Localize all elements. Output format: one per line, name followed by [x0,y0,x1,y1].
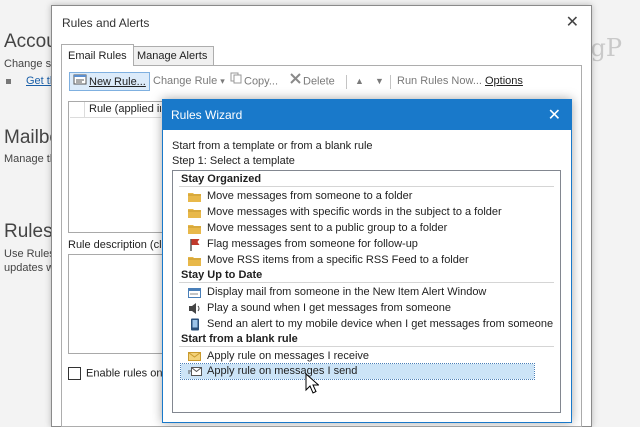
rules-text-1: Use Rules [4,248,55,260]
chevron-down-icon: ▾ [220,76,225,86]
close-icon[interactable]: ✕ [548,105,561,125]
send-icon [188,365,202,378]
group-stay-up-to-date: Stay Up to Date [181,269,263,281]
mouse-cursor-icon [305,373,319,394]
new-rule-label: New Rule... [89,75,146,88]
template-label: Apply rule on messages I receive [207,350,370,362]
group-divider [179,282,554,283]
template-label: Send an alert to my mobile device when I… [207,318,554,330]
template-label: Move messages sent to a public group to … [207,222,448,234]
folder-icon [188,222,202,235]
delete-label: Delete [303,75,335,88]
mailbox-text: Manage th [4,153,56,165]
options-button[interactable]: Options [485,72,523,91]
wizard-titlebar: Rules Wizard ✕ [163,100,571,130]
new-rule-icon [73,73,87,91]
template-label: Flag messages from someone for follow-up [207,238,418,250]
group-stay-organized: Stay Organized [181,173,262,185]
change-rule-label: Change Rule [153,75,218,87]
toolbar-divider [390,75,391,89]
template-label: Move RSS items from a specific RSS Feed … [207,254,469,266]
enable-rules-row[interactable]: Enable rules on a [68,367,172,380]
wizard-title: Rules Wizard [171,108,243,122]
copy-button[interactable]: Copy... [230,72,278,91]
alert-window-icon [188,286,202,299]
mobile-icon [188,318,202,331]
speaker-icon [188,302,202,315]
new-rule-button[interactable]: New Rule... [69,72,150,91]
folder-icon [188,254,202,267]
folder-icon [188,190,202,203]
close-icon[interactable]: ✕ [566,12,579,32]
enable-rules-checkbox[interactable] [68,367,81,380]
move-down-icon[interactable]: ▼ [375,72,384,91]
rules-list[interactable] [68,101,170,233]
delete-icon [290,72,301,91]
dialog-title: Rules and Alerts [62,16,150,30]
change-rule-button[interactable]: Change Rule ▾ [153,72,225,91]
bullet-icon [6,79,11,84]
rules-wizard-dialog: Rules Wizard ✕ Start from a template or … [162,99,572,423]
group-divider [179,186,554,187]
flag-icon [188,238,202,251]
account-heading: Accou [4,31,57,52]
rule-description-box [68,254,165,354]
toolbar-divider [346,75,347,89]
template-label: Play a sound when I get messages from so… [207,302,451,314]
envelope-icon [188,350,202,363]
template-list[interactable]: Stay Organized Move messages from someon… [172,170,561,413]
delete-button[interactable]: Delete [290,72,335,91]
template-label: Move messages with specific words in the… [207,206,502,218]
tab-email-rules[interactable]: Email Rules [61,44,134,66]
group-start-from-blank-rule: Start from a blank rule [181,333,298,345]
rule-column-header: Rule (applied in t [89,103,161,115]
move-up-icon[interactable]: ▲ [355,72,364,91]
watermark-logo: gP [590,34,622,62]
rule-description-label: Rule description (cli [68,239,162,251]
group-divider [179,346,554,347]
copy-label: Copy... [244,75,279,88]
folder-icon [188,206,202,219]
run-rules-now-button[interactable]: Run Rules Now... [397,72,482,91]
wizard-intro: Start from a template or from a blank ru… [172,140,373,152]
checkbox-column-header [70,102,85,117]
wizard-step-label: Step 1: Select a template [172,155,295,167]
template-label: Apply rule on messages I send [207,365,358,377]
template-item-selected[interactable]: Apply rule on messages I send [180,363,535,380]
enable-rules-label: Enable rules on a [86,367,172,380]
rules-list-header: Rule (applied in t [70,102,161,118]
rules-text-2: updates w [4,262,55,274]
copy-icon [230,72,242,91]
template-label: Move messages from someone to a folder [207,190,413,202]
account-text: Change se [4,58,58,70]
tab-manage-alerts[interactable]: Manage Alerts [130,46,215,66]
template-label: Display mail from someone in the New Ite… [207,286,487,298]
